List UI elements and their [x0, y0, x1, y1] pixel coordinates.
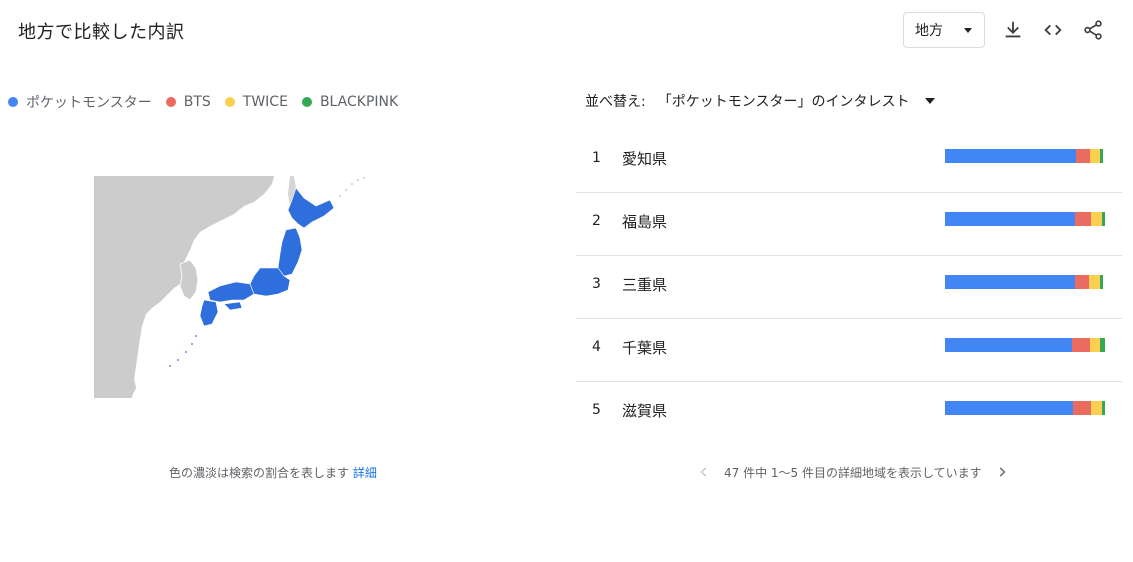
region-name[interactable]: 愛知県 [622, 148, 667, 169]
stacked-share-bar [945, 401, 1105, 415]
bar-segment-bts [1073, 401, 1091, 415]
map-land-korea [179, 259, 199, 301]
bar-segment-blackpink [1100, 338, 1105, 352]
chevron-right-icon[interactable] [992, 462, 1012, 482]
legend-dot [165, 97, 176, 107]
bar-segment-blackpink [1102, 401, 1105, 415]
chevron-left-icon[interactable] [694, 462, 714, 482]
sort-control: 並べ替え: 「ポケットモンスター」のインタレスト [585, 91, 936, 111]
bar-segment-pokemon [945, 149, 1076, 163]
legend-item-blackpink[interactable]: BLACKPINK [301, 94, 399, 110]
region-name[interactable]: 千葉県 [622, 337, 667, 358]
stacked-share-bar [945, 275, 1105, 289]
rank-number: 5 [592, 402, 601, 418]
ranking-row[interactable]: 2 福島県 [576, 193, 1122, 256]
region-map[interactable] [94, 176, 366, 398]
legend-dot [8, 97, 18, 107]
map-region-shikoku[interactable] [223, 301, 243, 311]
map-region-hokkaido[interactable] [287, 187, 335, 229]
bar-segment-bts [1075, 275, 1089, 289]
share-icon[interactable] [1079, 16, 1107, 44]
region-name[interactable]: 三重県 [622, 274, 667, 295]
bar-segment-blackpink [1102, 212, 1105, 226]
map-region-kyushu[interactable] [199, 299, 219, 327]
region-dropdown[interactable]: 地方 [903, 12, 985, 48]
legend-label: ポケットモンスター [26, 95, 152, 111]
bar-segment-twice [1090, 338, 1101, 352]
legend: ポケットモンスター BTS TWICE BLACKPINK [8, 92, 412, 112]
map-region-okinawa[interactable] [169, 335, 197, 367]
bar-segment-pokemon [945, 401, 1073, 415]
bar-segment-pokemon [945, 338, 1073, 352]
ranking-list: 1 愛知県 2 福島県 3 三重県 4 千葉県 5 滋賀県 [576, 130, 1122, 445]
stacked-share-bar [945, 149, 1105, 163]
rank-number: 1 [592, 150, 601, 166]
bar-segment-bts [1075, 212, 1091, 226]
download-icon[interactable] [999, 16, 1027, 44]
rank-number: 4 [592, 339, 601, 355]
stacked-share-bar [945, 212, 1105, 226]
legend-label: BTS [183, 94, 211, 110]
bar-segment-twice [1091, 401, 1102, 415]
details-link[interactable]: 詳細 [353, 466, 377, 480]
legend-dot [224, 97, 235, 107]
embed-code-icon[interactable] [1039, 16, 1067, 44]
bar-segment-twice [1090, 149, 1100, 163]
bar-segment-bts [1076, 149, 1090, 163]
legend-item-pokemon[interactable]: ポケットモンスター [8, 92, 152, 112]
map-caption-text: 色の濃淡は検索の割合を表します [169, 466, 350, 480]
ranking-row[interactable]: 4 千葉県 [576, 319, 1122, 382]
map-region-tohoku[interactable] [277, 227, 303, 277]
bar-segment-pokemon [945, 212, 1075, 226]
ranking-row[interactable]: 5 滋賀県 [576, 382, 1122, 445]
rank-number: 3 [592, 276, 601, 292]
sort-value: 「ポケットモンスター」のインタレスト [657, 94, 910, 110]
bar-segment-bts [1072, 338, 1091, 352]
legend-item-twice[interactable]: TWICE [224, 94, 288, 110]
region-name[interactable]: 福島県 [622, 211, 667, 232]
page-title: 地方で比較した内訳 [18, 22, 185, 43]
pagination: 47 件中 1～5 件目の詳細地域を表示しています [694, 462, 1012, 482]
caret-down-icon [925, 98, 936, 104]
region-name[interactable]: 滋賀県 [622, 400, 667, 421]
sort-dropdown[interactable]: 「ポケットモンスター」のインタレスト [658, 91, 936, 111]
region-dropdown-label: 地方 [915, 23, 943, 39]
legend-dot [301, 97, 312, 107]
bar-segment-twice [1091, 212, 1102, 226]
ranking-row[interactable]: 1 愛知県 [576, 130, 1122, 193]
rank-number: 2 [592, 213, 601, 229]
map-caption: 色の濃淡は検索の割合を表します 詳細 [169, 464, 377, 481]
bar-segment-blackpink [1100, 275, 1103, 289]
map-region-kansai-chugoku[interactable] [207, 281, 255, 303]
sort-label: 並べ替え: [585, 94, 646, 110]
chevron-down-icon [964, 28, 972, 33]
ranking-row[interactable]: 3 三重県 [576, 256, 1122, 319]
bar-segment-blackpink [1100, 149, 1103, 163]
bar-segment-twice [1089, 275, 1100, 289]
pagination-text: 47 件中 1～5 件目の詳細地域を表示しています [724, 465, 982, 480]
stacked-share-bar [945, 338, 1105, 352]
legend-label: BLACKPINK [319, 94, 399, 110]
map-land-kurils [339, 177, 365, 197]
legend-label: TWICE [242, 94, 288, 110]
legend-item-bts[interactable]: BTS [165, 94, 211, 110]
bar-segment-pokemon [945, 275, 1075, 289]
